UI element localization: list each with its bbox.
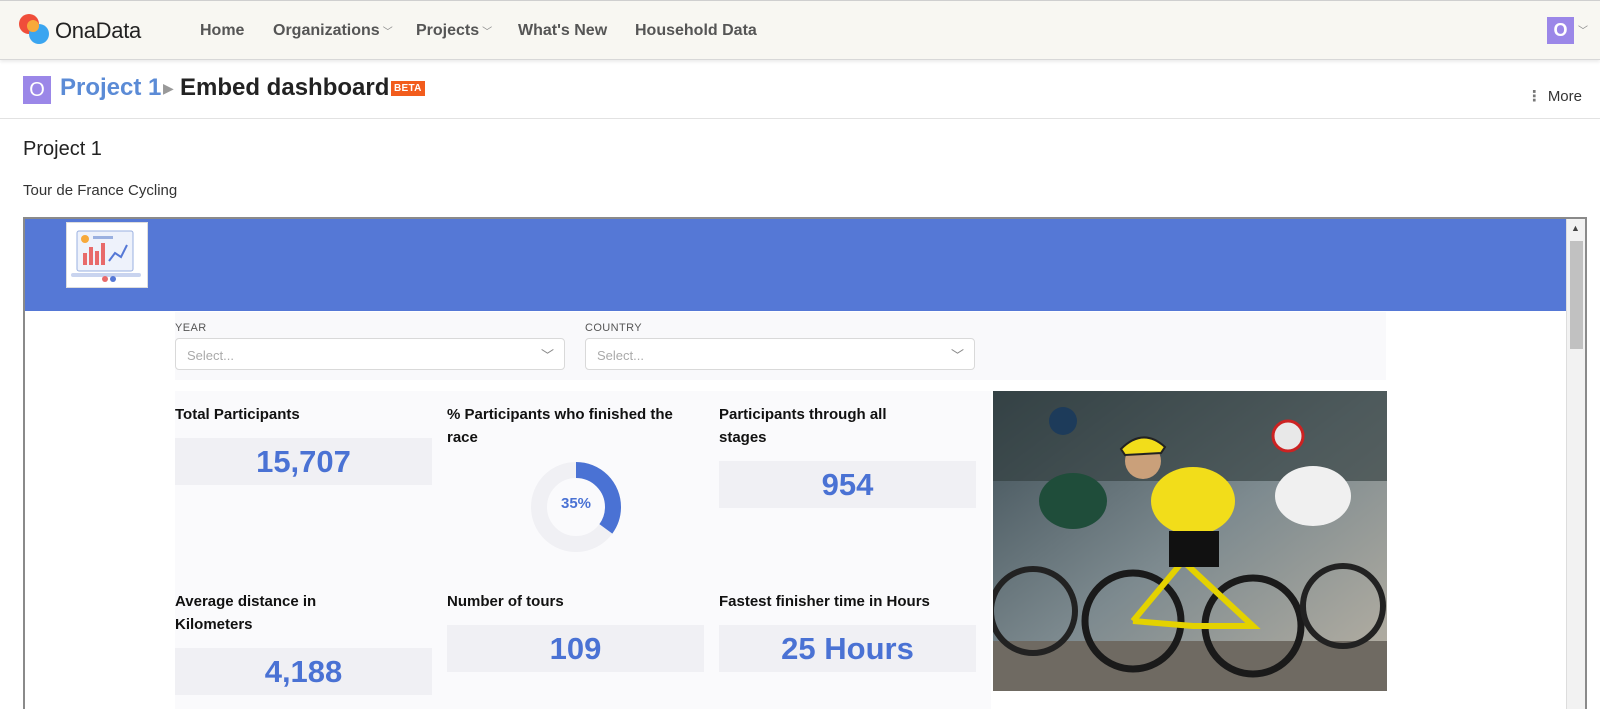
fastest-time-value: 25 Hours <box>719 625 976 672</box>
nav-whats-new[interactable]: What's New <box>518 22 607 40</box>
cyclists-photo <box>993 391 1387 691</box>
scroll-up-arrow-icon[interactable]: ▲ <box>1571 223 1580 233</box>
nav-organizations-label: Organizations <box>273 22 380 39</box>
user-menu-chevron-icon[interactable]: ﹀ <box>1578 22 1588 37</box>
dashboard-banner <box>25 219 1568 311</box>
chevron-down-icon: ﹀ <box>540 348 554 363</box>
nav-household-data-label: Household Data <box>635 22 757 39</box>
section-title: Project 1 <box>23 138 102 160</box>
dashboard-thumbnail-image <box>66 222 148 288</box>
kebab-icon: ⋮ <box>1526 88 1542 105</box>
section-subtitle: Tour de France Cycling <box>23 182 178 199</box>
project-avatar: O <box>23 76 51 104</box>
nav-organizations[interactable]: Organizations ﹀ <box>273 22 393 40</box>
nav-projects-label: Projects <box>416 22 480 39</box>
year-select-placeholder: Select... <box>187 348 234 363</box>
avg-distance-title: Average distance in Kilometers <box>175 593 317 633</box>
chevron-down-icon: ﹀ <box>482 27 493 38</box>
nav-whats-new-label: What's New <box>518 22 608 39</box>
embed-scrollbar[interactable]: ▲ <box>1566 219 1585 709</box>
dashboard-illustration-icon <box>71 230 141 282</box>
total-participants-value: 15,707 <box>175 438 432 485</box>
chevron-down-icon: ﹀ <box>382 27 393 38</box>
total-participants-title: Total Participants <box>175 406 300 423</box>
country-filter-label: COUNTRY <box>585 322 642 334</box>
nav-projects[interactable]: Projects ﹀ <box>416 22 492 40</box>
page-title: Embed dashboard <box>180 74 390 101</box>
onadata-logo-icon[interactable] <box>19 14 51 46</box>
page-header: O Project 1 ▶ Embed dashboard BETA ⋮ More <box>0 61 1600 119</box>
cyclists-photo-illustration <box>993 391 1387 691</box>
num-tours-value: 109 <box>447 625 704 672</box>
year-select[interactable]: Select... ﹀ <box>175 338 565 370</box>
all-stages-value: 954 <box>719 461 976 508</box>
breadcrumb-separator-icon: ▶ <box>163 80 174 96</box>
top-navbar: OnaData Home Organizations ﹀ Projects ﹀ Wh… <box>0 0 1600 60</box>
beta-badge: BETA <box>391 81 425 96</box>
brand-name[interactable]: OnaData <box>55 18 141 44</box>
chevron-down-icon: ﹀ <box>950 348 964 363</box>
embedded-dashboard-frame[interactable]: ▲ YEAR Select... ﹀ COUNTRY Select... ﹀ T… <box>23 217 1587 709</box>
breadcrumb-project-link[interactable]: Project 1 <box>60 74 161 102</box>
filter-bar: YEAR Select... ﹀ COUNTRY Select... ﹀ <box>175 312 1386 380</box>
pct-finished-value: 35% <box>560 495 592 512</box>
num-tours-title: Number of tours <box>447 593 564 610</box>
more-menu-button[interactable]: ⋮ More <box>1527 87 1582 105</box>
more-label: More <box>1547 88 1582 105</box>
all-stages-title: Participants through all stages <box>719 406 887 446</box>
country-select[interactable]: Select... ﹀ <box>585 338 975 370</box>
fastest-time-title: Fastest finisher time in Hours <box>719 593 930 610</box>
avg-distance-value: 4,188 <box>175 648 432 695</box>
pct-finished-title: % Participants who finished the race <box>447 406 673 446</box>
kpi-grid: Total Participants 15,707 % Participants… <box>175 391 991 709</box>
user-avatar[interactable]: O <box>1547 17 1574 44</box>
country-select-placeholder: Select... <box>597 348 644 363</box>
scroll-thumb[interactable] <box>1570 241 1583 349</box>
nav-household-data[interactable]: Household Data <box>635 22 757 40</box>
nav-home-label: Home <box>200 22 245 39</box>
year-filter-label: YEAR <box>175 322 207 334</box>
nav-home[interactable]: Home <box>200 22 244 40</box>
